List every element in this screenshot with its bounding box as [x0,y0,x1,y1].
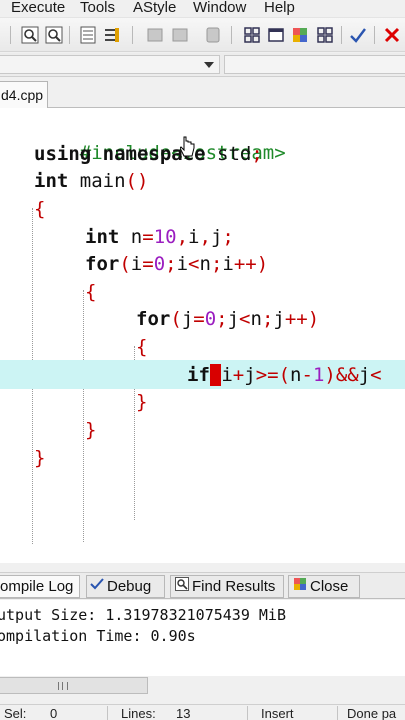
status-divider [107,706,108,720]
code-line: { [136,336,148,358]
text-cursor: ( [209,364,222,386]
indent-icon[interactable] [145,25,165,45]
find-next-icon[interactable] [44,25,64,45]
toolbar-separator [132,26,133,44]
check-icon[interactable] [348,25,368,45]
toolbar-separator [374,26,375,44]
class-bar [0,53,405,77]
status-bar: Sel: 0 Lines: 13 Insert Done pa [0,704,405,720]
code-line: int main() [34,170,149,192]
toolbar [0,18,405,52]
horizontal-scrollbar[interactable] [0,677,148,694]
menu-window[interactable]: Window [193,0,246,18]
lines-label: Lines: [121,706,156,720]
unindent-icon[interactable] [170,25,190,45]
grid-icon[interactable] [242,25,262,45]
mouse-pointer-icon [180,136,195,157]
code-line: using namespace std; [34,143,263,165]
chevron-down-icon[interactable] [204,62,214,68]
scrollbar-grip-icon[interactable] [58,682,68,690]
check-icon [90,576,104,597]
code-line: { [34,198,46,220]
code-line: } [136,391,148,413]
menu-help[interactable]: Help [264,0,295,18]
code-editor[interactable]: #include<iostream> using namespace std; … [0,108,405,563]
code-line: { [85,281,97,303]
code-line: if(i+j>=(n-1)&&j< [187,364,382,386]
compilation-time-line: ompilation Time: 0.90s [0,627,196,645]
menu-bar: Execute Tools AStyle Window Help [0,0,405,18]
close-icon[interactable] [382,25,402,45]
toolbar-separator [10,26,11,44]
toggle-comment-icon[interactable] [203,25,223,45]
status-divider [247,706,248,720]
window-icon[interactable] [266,25,286,45]
toolbar-separator [231,26,232,44]
compile-output: utput Size: 1.31978321075439 MiB ompilat… [0,600,405,676]
layout-icon[interactable] [290,25,310,45]
goto-icon[interactable] [78,25,98,45]
insert-mode: Insert [261,706,294,720]
class-combo[interactable] [0,55,220,74]
output-size-line: utput Size: 1.31978321075439 MiB [0,606,286,624]
toolbar-separator [341,26,342,44]
tab-find-results[interactable]: Find Results [170,575,284,598]
tab-debug-label: Debug [107,578,152,595]
tab-find-results-label: Find Results [192,578,276,595]
find-icon[interactable] [20,25,40,45]
tab-close[interactable]: Close [288,575,360,598]
menu-tools[interactable]: Tools [80,0,115,18]
editor-tab-bar: d4.cpp [0,78,405,109]
sel-value: 0 [50,706,58,720]
member-combo[interactable] [224,55,405,74]
tile-icon[interactable] [315,25,335,45]
status-divider [337,706,338,720]
sel-label: Sel: [4,706,27,720]
status-message: Done pa [347,706,397,720]
menu-astyle[interactable]: AStyle [133,0,176,18]
code-line: } [34,447,46,469]
code-line: for(j=0;j<n;j++) [136,308,320,330]
fold-guide [83,290,84,542]
layout-icon [293,576,307,597]
tab-compile-log[interactable]: ompile Log [0,575,80,598]
code-line: } [85,419,97,441]
bookmark-icon[interactable] [102,25,122,45]
code-line: int n=10,i,j; [85,226,234,248]
toolbar-separator [69,26,70,44]
message-tabs: ompile Log Debug Find Results Close [0,572,405,599]
tab-close-label: Close [310,578,349,595]
search-icon [175,576,189,597]
lines-value: 13 [176,706,191,720]
file-tab[interactable]: d4.cpp [0,81,48,109]
tab-debug[interactable]: Debug [86,575,165,598]
code-line: for(i=0;i<n;i++) [85,253,269,275]
menu-execute[interactable]: Execute [11,0,65,18]
